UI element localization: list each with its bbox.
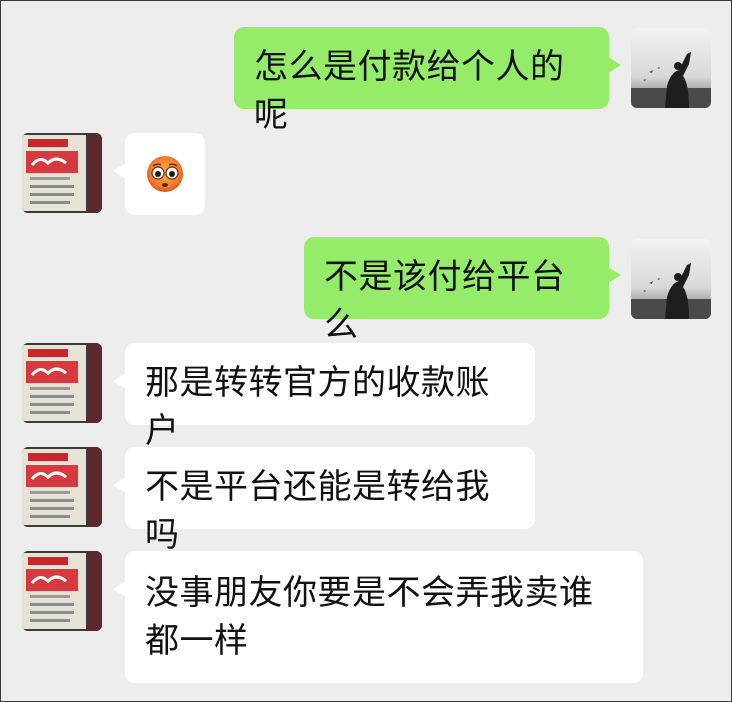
receiver-avatar[interactable] [22, 343, 102, 423]
message-text: 没事朋友你要是不会弄我卖谁都一样 [145, 573, 594, 661]
message-text: 怎么是付款给个人的呢 [254, 47, 565, 135]
message-text: 那是转转官方的收款账户 [145, 363, 490, 451]
sender-avatar[interactable] [631, 239, 711, 319]
cigarette-pack-avatar [22, 447, 102, 527]
flushed-face-icon [147, 156, 183, 192]
message-row-received: 没事朋友你要是不会弄我卖谁都一样 [1, 551, 731, 683]
cigarette-pack-avatar [22, 133, 102, 213]
sender-avatar[interactable] [631, 28, 711, 108]
receiver-avatar[interactable] [22, 133, 102, 213]
message-bubble-sent[interactable]: 不是该付给平台么 [304, 237, 621, 345]
message-bubble-received[interactable]: 那是转转官方的收款账户 [113, 343, 535, 451]
silhouette-photo-avatar [631, 28, 711, 108]
receiver-avatar[interactable] [22, 447, 102, 527]
silhouette-photo-avatar [631, 239, 711, 319]
message-bubble-received[interactable]: 不是平台还能是转给我吗 [113, 447, 535, 555]
message-text: 不是平台还能是转给我吗 [145, 467, 490, 555]
message-text: 不是该付给平台么 [324, 257, 566, 345]
message-bubble-received[interactable] [113, 133, 205, 215]
chat-window: 怎么是付款给个人的呢 不是该付给平台么 那是转转官方的收款账户 不是平台还能是转… [0, 0, 732, 702]
receiver-avatar[interactable] [22, 551, 102, 631]
message-row-received: 那是转转官方的收款账户 [1, 343, 731, 451]
cigarette-pack-avatar [22, 343, 102, 423]
message-bubble-sent[interactable]: 怎么是付款给个人的呢 [234, 27, 621, 135]
message-bubble-received[interactable]: 没事朋友你要是不会弄我卖谁都一样 [113, 551, 643, 683]
message-row-received: 不是平台还能是转给我吗 [1, 447, 731, 555]
message-row-sent: 不是该付给平台么 [1, 237, 731, 345]
message-row-received [1, 133, 731, 215]
cigarette-pack-avatar [22, 551, 102, 631]
message-row-sent: 怎么是付款给个人的呢 [1, 27, 731, 135]
